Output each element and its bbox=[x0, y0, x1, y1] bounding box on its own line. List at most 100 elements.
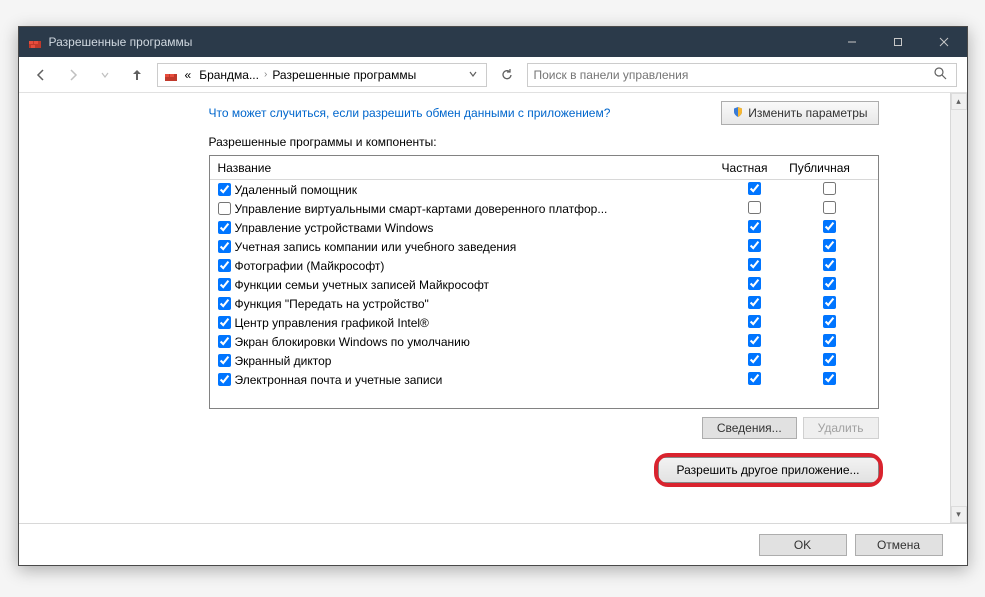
table-row[interactable]: Экранный диктор bbox=[210, 351, 878, 370]
change-parameters-button[interactable]: Изменить параметры bbox=[721, 101, 878, 125]
content-area: Что может случиться, если разрешить обме… bbox=[19, 93, 967, 523]
table-row[interactable]: Учетная запись компании или учебного зав… bbox=[210, 237, 878, 256]
allow-another-row: Разрешить другое приложение... bbox=[209, 457, 879, 483]
back-button[interactable] bbox=[29, 63, 53, 87]
row-private-checkbox[interactable] bbox=[748, 277, 761, 290]
row-private-checkbox[interactable] bbox=[748, 315, 761, 328]
row-name: Удаленный помощник bbox=[235, 183, 720, 197]
row-public-checkbox[interactable] bbox=[823, 353, 836, 366]
recent-dropdown[interactable] bbox=[93, 63, 117, 87]
row-enabled-checkbox[interactable] bbox=[218, 183, 231, 196]
row-public-checkbox[interactable] bbox=[823, 201, 836, 214]
close-button[interactable] bbox=[921, 27, 967, 57]
row-enabled-checkbox[interactable] bbox=[218, 354, 231, 367]
titlebar: Разрешенные программы bbox=[19, 27, 967, 57]
row-enabled-checkbox[interactable] bbox=[218, 316, 231, 329]
firewall-icon bbox=[27, 34, 43, 50]
row-private-checkbox[interactable] bbox=[748, 353, 761, 366]
row-name: Управление виртуальными смарт-картами до… bbox=[235, 202, 720, 216]
row-name: Функции семьи учетных записей Майкрософт bbox=[235, 278, 720, 292]
row-private-checkbox[interactable] bbox=[748, 220, 761, 233]
table-row[interactable]: Управление устройствами Windows bbox=[210, 218, 878, 237]
row-enabled-checkbox[interactable] bbox=[218, 221, 231, 234]
row-public-checkbox[interactable] bbox=[823, 334, 836, 347]
cancel-button[interactable]: Отмена bbox=[855, 534, 943, 556]
list-header: Название Частная Публичная bbox=[210, 156, 878, 180]
delete-button: Удалить bbox=[803, 417, 879, 439]
table-row[interactable]: Фотографии (Майкрософт) bbox=[210, 256, 878, 275]
row-private-checkbox[interactable] bbox=[748, 201, 761, 214]
row-enabled-checkbox[interactable] bbox=[218, 202, 231, 215]
search-input[interactable] bbox=[534, 68, 934, 82]
breadcrumb-item[interactable]: Разрешенные программы bbox=[269, 68, 419, 82]
row-public-checkbox[interactable] bbox=[823, 182, 836, 195]
column-name[interactable]: Название bbox=[210, 161, 710, 175]
main-panel: Что может случиться, если разрешить обме… bbox=[19, 93, 950, 523]
row-public-checkbox[interactable] bbox=[823, 296, 836, 309]
row-enabled-checkbox[interactable] bbox=[218, 240, 231, 253]
navbar: « Брандма... › Разрешенные программы bbox=[19, 57, 967, 93]
vertical-scrollbar[interactable]: ▴ ▾ bbox=[950, 93, 967, 523]
row-name: Центр управления графикой Intel® bbox=[235, 316, 720, 330]
breadcrumb[interactable]: « Брандма... › Разрешенные программы bbox=[157, 63, 487, 87]
row-enabled-checkbox[interactable] bbox=[218, 373, 231, 386]
row-name: Экран блокировки Windows по умолчанию bbox=[235, 335, 720, 349]
maximize-button[interactable] bbox=[875, 27, 921, 57]
row-name: Функция "Передать на устройство" bbox=[235, 297, 720, 311]
table-row[interactable]: Функции семьи учетных записей Майкрософт bbox=[210, 275, 878, 294]
row-enabled-checkbox[interactable] bbox=[218, 278, 231, 291]
breadcrumb-item[interactable]: Брандма... bbox=[196, 68, 262, 82]
row-public-checkbox[interactable] bbox=[823, 277, 836, 290]
row-private-checkbox[interactable] bbox=[748, 372, 761, 385]
firewall-path-icon bbox=[162, 66, 180, 84]
table-row[interactable]: Экран блокировки Windows по умолчанию bbox=[210, 332, 878, 351]
allow-another-app-label: Разрешить другое приложение... bbox=[677, 463, 860, 477]
row-public-checkbox[interactable] bbox=[823, 239, 836, 252]
column-private[interactable]: Частная bbox=[710, 161, 780, 175]
row-private-checkbox[interactable] bbox=[748, 239, 761, 252]
table-row[interactable]: Функция "Передать на устройство" bbox=[210, 294, 878, 313]
chevron-down-icon[interactable] bbox=[464, 68, 482, 82]
scroll-down-icon[interactable]: ▾ bbox=[951, 506, 967, 523]
row-name: Фотографии (Майкрософт) bbox=[235, 259, 720, 273]
row-name: Экранный диктор bbox=[235, 354, 720, 368]
row-private-checkbox[interactable] bbox=[748, 334, 761, 347]
group-label: Разрешенные программы и компоненты: bbox=[209, 135, 879, 149]
table-row[interactable]: Центр управления графикой Intel® bbox=[210, 313, 878, 332]
table-row[interactable]: Удаленный помощник bbox=[210, 180, 878, 199]
refresh-button[interactable] bbox=[495, 63, 519, 87]
row-public-checkbox[interactable] bbox=[823, 315, 836, 328]
row-private-checkbox[interactable] bbox=[748, 182, 761, 195]
ok-button[interactable]: OK bbox=[759, 534, 847, 556]
help-link[interactable]: Что может случиться, если разрешить обме… bbox=[209, 106, 611, 120]
allow-another-app-button[interactable]: Разрешить другое приложение... bbox=[658, 457, 879, 483]
shield-icon bbox=[732, 106, 744, 121]
allowed-programs-window: Разрешенные программы « Брандма... › Раз… bbox=[18, 26, 968, 566]
scroll-track[interactable] bbox=[951, 110, 967, 506]
column-public[interactable]: Публичная bbox=[780, 161, 860, 175]
info-row: Что может случиться, если разрешить обме… bbox=[209, 101, 879, 125]
list-body[interactable]: Удаленный помощник Управление виртуальным… bbox=[210, 180, 878, 408]
row-enabled-checkbox[interactable] bbox=[218, 259, 231, 272]
window-title: Разрешенные программы bbox=[49, 35, 829, 49]
row-name: Электронная почта и учетные записи bbox=[235, 373, 720, 387]
breadcrumb-prefix: « bbox=[182, 68, 195, 82]
row-name: Управление устройствами Windows bbox=[235, 221, 720, 235]
table-row[interactable]: Электронная почта и учетные записи bbox=[210, 370, 878, 389]
row-public-checkbox[interactable] bbox=[823, 372, 836, 385]
up-button[interactable] bbox=[125, 63, 149, 87]
minimize-button[interactable] bbox=[829, 27, 875, 57]
forward-button[interactable] bbox=[61, 63, 85, 87]
chevron-right-icon: › bbox=[264, 69, 267, 80]
search-box[interactable] bbox=[527, 63, 957, 87]
row-private-checkbox[interactable] bbox=[748, 258, 761, 271]
search-icon[interactable] bbox=[934, 67, 950, 83]
row-public-checkbox[interactable] bbox=[823, 220, 836, 233]
row-public-checkbox[interactable] bbox=[823, 258, 836, 271]
row-enabled-checkbox[interactable] bbox=[218, 335, 231, 348]
details-button[interactable]: Сведения... bbox=[702, 417, 797, 439]
row-private-checkbox[interactable] bbox=[748, 296, 761, 309]
table-row[interactable]: Управление виртуальными смарт-картами до… bbox=[210, 199, 878, 218]
row-enabled-checkbox[interactable] bbox=[218, 297, 231, 310]
scroll-up-icon[interactable]: ▴ bbox=[951, 93, 967, 110]
